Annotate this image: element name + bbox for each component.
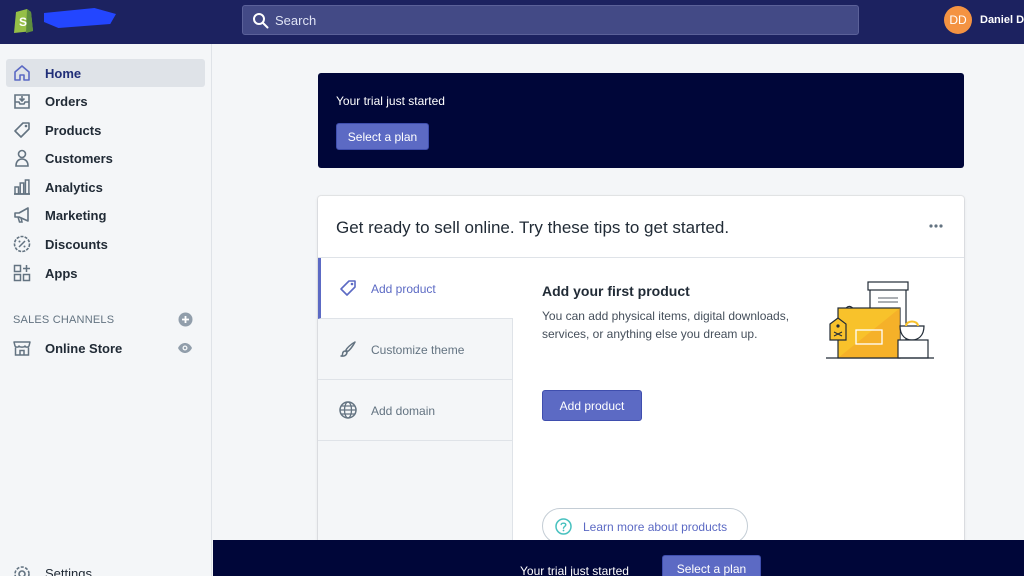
sidebar-item-marketing[interactable]: Marketing (6, 201, 205, 229)
tips-card: Get ready to sell online. Try these tips… (318, 196, 964, 546)
shopify-logo-icon[interactable]: S (12, 6, 34, 34)
sidebar-item-label: Settings (45, 566, 92, 576)
more-options-icon[interactable] (926, 220, 946, 232)
sidebar-item-label: Orders (45, 94, 88, 109)
learn-more-label: Learn more about products (583, 520, 728, 534)
avatar[interactable]: DD (944, 6, 972, 34)
brush-icon (340, 341, 356, 357)
sidebar-item-label: Apps (45, 266, 78, 281)
panel-title: Add your first product (542, 283, 690, 299)
help-icon (555, 518, 572, 535)
bar-chart-icon (14, 179, 30, 195)
sidebar: Home Orders Products Customers Analytics (0, 44, 212, 576)
sidebar-item-label: Online Store (45, 341, 123, 356)
sidebar-item-products[interactable]: Products (6, 116, 205, 144)
discount-icon (13, 235, 31, 253)
sidebar-item-customers[interactable]: Customers (6, 144, 205, 172)
eye-icon[interactable] (177, 341, 193, 355)
tag-icon (14, 122, 30, 138)
svg-text:S: S (19, 15, 27, 29)
sidebar-item-discounts[interactable]: Discounts (6, 230, 205, 258)
search-icon (253, 13, 269, 29)
tab-add-product[interactable]: Add product (318, 258, 513, 319)
apps-icon (13, 264, 31, 282)
tag-icon (340, 280, 356, 296)
add-channel-icon[interactable] (178, 312, 193, 327)
sidebar-item-orders[interactable]: Orders (6, 87, 205, 115)
sidebar-item-label: Home (45, 66, 82, 81)
sales-channels-heading: SALES CHANNELS (13, 314, 115, 326)
panel-description: You can add physical items, digital down… (542, 309, 790, 341)
tab-customize-theme[interactable]: Customize theme (318, 319, 513, 380)
sidebar-item-label: Analytics (45, 180, 103, 195)
gear-icon (14, 566, 30, 576)
globe-icon (339, 401, 357, 419)
orders-icon (14, 94, 30, 109)
sidebar-item-label: Products (45, 123, 102, 138)
store-name-redacted[interactable] (44, 8, 116, 28)
sidebar-item-label: Discounts (45, 237, 108, 252)
top-bar: S Search DD Daniel D (0, 0, 1024, 44)
bottom-trial-text: Your trial just started (520, 564, 629, 576)
sidebar-item-label: Customers (45, 151, 113, 166)
sidebar-item-label: Marketing (45, 208, 107, 223)
trial-banner: Your trial just started Select a plan (318, 73, 964, 168)
learn-more-link[interactable]: Learn more about products (542, 508, 748, 544)
bottom-trial-bar: Your trial just started Select a plan (213, 540, 1024, 576)
add-product-button[interactable]: Add product (542, 390, 642, 421)
tab-label: Customize theme (371, 343, 465, 357)
trial-text: Your trial just started (336, 94, 445, 108)
sidebar-item-online-store[interactable]: Online Store (6, 334, 205, 362)
home-icon (14, 65, 30, 81)
select-plan-button-bottom[interactable]: Select a plan (662, 555, 761, 576)
product-illustration (826, 281, 934, 359)
tips-title: Get ready to sell online. Try these tips… (336, 218, 730, 237)
sidebar-item-home[interactable]: Home (6, 59, 205, 87)
person-icon (15, 149, 29, 167)
tips-tab-list: Add product Customize theme Add domain (318, 258, 513, 546)
user-name[interactable]: Daniel D (980, 14, 1024, 26)
select-plan-button[interactable]: Select a plan (336, 123, 429, 150)
megaphone-icon (14, 207, 29, 223)
sidebar-item-settings[interactable]: Settings (6, 560, 205, 576)
tab-label: Add domain (371, 404, 436, 418)
store-icon (13, 341, 31, 356)
sidebar-item-analytics[interactable]: Analytics (6, 173, 205, 201)
tab-label: Add product (371, 282, 436, 296)
sidebar-item-apps[interactable]: Apps (6, 259, 205, 287)
search-bar[interactable]: Search (242, 5, 859, 35)
tab-add-domain[interactable]: Add domain (318, 380, 513, 441)
search-placeholder: Search (275, 13, 317, 28)
